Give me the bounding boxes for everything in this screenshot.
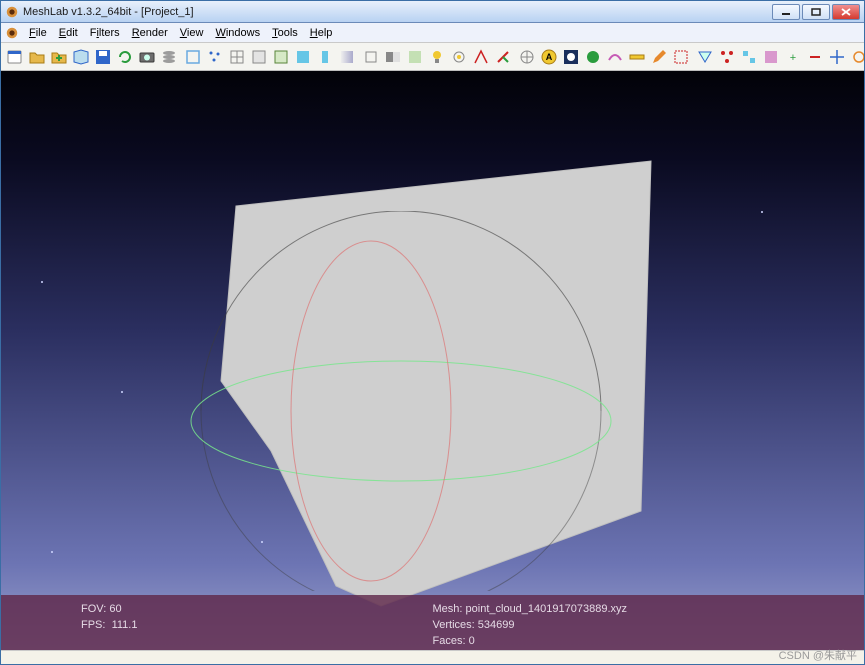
faces-label: Faces: — [433, 635, 466, 647]
light-on-icon[interactable] — [449, 46, 469, 68]
trackball-icon[interactable] — [517, 46, 537, 68]
import-raster-icon[interactable] — [71, 46, 91, 68]
select-faces-icon[interactable] — [695, 46, 715, 68]
menu-tools[interactable]: Tools — [266, 25, 304, 41]
close-button[interactable] — [832, 4, 860, 20]
menu-file[interactable]: File — [23, 25, 53, 41]
fov-value: 60 — [109, 603, 121, 615]
fancy-icon[interactable] — [405, 46, 425, 68]
reload-icon[interactable] — [115, 46, 135, 68]
window-title: MeshLab v1.3.2_64bit - [Project_1] — [23, 6, 194, 18]
titlebar: MeshLab v1.3.2_64bit - [Project_1] — [1, 1, 864, 23]
move-icon[interactable] — [827, 46, 847, 68]
zplus-icon[interactable]: + — [783, 46, 803, 68]
hidden-lines-icon[interactable] — [249, 46, 269, 68]
svg-text:A: A — [546, 52, 553, 62]
menu-view[interactable]: View — [174, 25, 210, 41]
align-icon[interactable]: A — [539, 46, 559, 68]
paint-icon[interactable] — [605, 46, 625, 68]
window-bottom-strip — [1, 650, 864, 664]
minimize-button[interactable] — [772, 4, 800, 20]
app-icon — [5, 5, 19, 19]
points-icon[interactable] — [205, 46, 225, 68]
smooth-icon[interactable] — [315, 46, 335, 68]
svg-text:+: + — [790, 52, 796, 64]
snapshot-icon[interactable] — [137, 46, 157, 68]
viewport-3d[interactable]: FOV: 60 FPS: 111.1 Mesh: point_cloud_140… — [1, 71, 864, 650]
pencil-icon[interactable] — [649, 46, 669, 68]
face-normals-icon[interactable] — [493, 46, 513, 68]
measure-icon[interactable] — [583, 46, 603, 68]
light-icon[interactable] — [427, 46, 447, 68]
edge-decorate-icon[interactable] — [471, 46, 491, 68]
save-project-icon[interactable] — [93, 46, 113, 68]
faces-value: 0 — [469, 635, 475, 647]
menu-render[interactable]: Render — [126, 25, 174, 41]
flat-lines-icon[interactable] — [271, 46, 291, 68]
back-face-icon[interactable] — [361, 46, 381, 68]
vertices-label: Vertices: — [433, 619, 475, 631]
ruler-icon[interactable] — [627, 46, 647, 68]
vertices-value: 534699 — [478, 619, 515, 631]
fov-label: FOV: — [81, 603, 106, 615]
zminus-icon[interactable] — [805, 46, 825, 68]
import-mesh-icon[interactable] — [49, 46, 69, 68]
select-icon[interactable] — [671, 46, 691, 68]
viewport-status-bar: FOV: 60 FPS: 111.1 Mesh: point_cloud_140… — [1, 595, 864, 650]
texture-icon[interactable] — [337, 46, 357, 68]
rotate-icon[interactable] — [849, 46, 864, 68]
mesh-name-value: point_cloud_1401917073889.xyz — [466, 603, 627, 615]
menu-edit[interactable]: Edit — [53, 25, 84, 41]
trackball-gizmo — [141, 211, 661, 591]
watermark-text: CSDN @朱献平 — [779, 647, 857, 663]
select-conn-icon[interactable] — [739, 46, 759, 68]
toolbar: A + » — [1, 43, 864, 71]
menu-help[interactable]: Help — [304, 25, 339, 41]
select-verts-icon[interactable] — [717, 46, 737, 68]
flat-icon[interactable] — [293, 46, 313, 68]
new-project-icon[interactable] — [5, 46, 25, 68]
menu-windows[interactable]: Windows — [209, 25, 266, 41]
layers-icon[interactable] — [159, 46, 179, 68]
arc3d-icon[interactable] — [561, 46, 581, 68]
double-side-icon[interactable] — [383, 46, 403, 68]
select-reg-icon[interactable] — [761, 46, 781, 68]
maximize-button[interactable] — [802, 4, 830, 20]
wire-icon[interactable] — [227, 46, 247, 68]
bbox-icon[interactable] — [183, 46, 203, 68]
open-project-icon[interactable] — [27, 46, 47, 68]
app-window: { "titlebar": { "title": "MeshLab v1.3.2… — [0, 0, 865, 665]
menubar: File Edit Filters Render View Windows To… — [1, 23, 864, 43]
mdi-child-icon — [5, 26, 19, 40]
mesh-label: Mesh: — [433, 603, 463, 615]
menu-filters[interactable]: Filters — [84, 25, 126, 41]
fps-value: 111.1 — [112, 619, 138, 631]
fps-label: FPS: — [81, 619, 105, 631]
